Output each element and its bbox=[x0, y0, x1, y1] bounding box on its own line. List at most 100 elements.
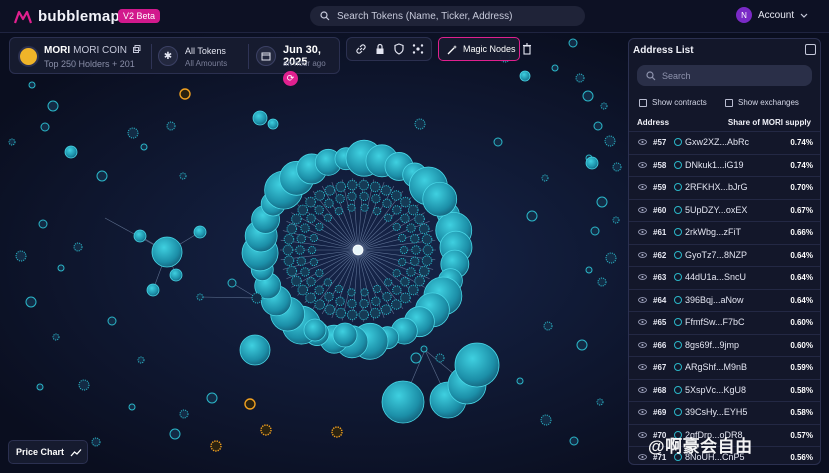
holder-bubble[interactable] bbox=[519, 70, 531, 82]
holder-bubble[interactable] bbox=[575, 73, 585, 83]
holder-bubble[interactable] bbox=[282, 244, 294, 256]
highlighted-bubble[interactable] bbox=[179, 88, 191, 100]
holder-address[interactable]: GyoTz7...8NZP bbox=[685, 250, 747, 260]
trash-icon[interactable] bbox=[519, 41, 535, 57]
holder-bubble[interactable] bbox=[107, 316, 117, 326]
holder-bubble[interactable] bbox=[398, 257, 407, 267]
address-search-input[interactable]: Search bbox=[637, 65, 812, 86]
holder-bubble[interactable] bbox=[400, 292, 411, 304]
address-row[interactable]: #65 FfmfSw...F7bC 0.60% bbox=[629, 311, 820, 334]
address-row[interactable]: #58 DNkuk1...iG19 0.74% bbox=[629, 153, 820, 177]
holder-bubble[interactable] bbox=[306, 277, 316, 287]
holder-bubble[interactable] bbox=[596, 196, 608, 208]
eye-icon[interactable] bbox=[638, 251, 647, 258]
holder-bubble[interactable] bbox=[291, 275, 302, 287]
holder-bubble[interactable] bbox=[358, 309, 370, 321]
holder-bubble[interactable] bbox=[166, 121, 176, 131]
holder-bubble[interactable] bbox=[435, 353, 445, 363]
holder-bubble[interactable] bbox=[300, 223, 310, 233]
holder-bubble[interactable] bbox=[196, 293, 204, 301]
holder-bubble[interactable] bbox=[314, 285, 324, 295]
holder-bubble[interactable] bbox=[400, 196, 411, 208]
holder-bubble[interactable] bbox=[392, 222, 401, 231]
price-chart-button[interactable]: Price Chart bbox=[8, 440, 88, 464]
eye-icon[interactable] bbox=[638, 409, 647, 415]
holder-address[interactable]: FfmfSw...F7bC bbox=[685, 317, 745, 327]
holder-bubble[interactable] bbox=[334, 206, 343, 216]
account-menu[interactable]: N Account bbox=[736, 7, 808, 23]
holder-bubble[interactable] bbox=[382, 292, 392, 302]
holder-bubble[interactable] bbox=[454, 342, 500, 388]
holder-bubble[interactable] bbox=[371, 194, 381, 204]
holder-bubble[interactable] bbox=[414, 118, 426, 130]
address-row[interactable]: #57 Gxw2XZ...AbRc 0.74% bbox=[629, 131, 820, 154]
address-row[interactable]: #63 44dU1a...SncU 0.64% bbox=[629, 266, 820, 289]
holder-bubble[interactable] bbox=[346, 179, 358, 191]
holder-address[interactable]: Gxw2XZ...AbRc bbox=[685, 137, 749, 147]
holder-bubble[interactable] bbox=[568, 38, 578, 48]
holder-bubble[interactable] bbox=[390, 190, 402, 201]
holder-bubble[interactable] bbox=[335, 181, 347, 193]
holder-bubble[interactable] bbox=[309, 233, 318, 243]
show-exchanges-checkbox[interactable]: Show exchanges bbox=[725, 98, 799, 107]
highlighted-bubble[interactable] bbox=[331, 426, 343, 438]
holder-bubble[interactable] bbox=[380, 304, 392, 315]
holder-bubble[interactable] bbox=[96, 170, 108, 182]
holder-bubble[interactable] bbox=[8, 138, 16, 146]
link-icon[interactable] bbox=[354, 42, 368, 56]
address-row[interactable]: #59 2RFKHX...bJrG 0.70% bbox=[629, 176, 820, 199]
eye-icon[interactable] bbox=[638, 431, 647, 438]
holder-bubble[interactable] bbox=[335, 194, 345, 204]
holder-bubble[interactable] bbox=[324, 185, 336, 196]
holder-bubble[interactable] bbox=[407, 204, 419, 216]
holder-bubble[interactable] bbox=[585, 266, 593, 274]
eye-icon[interactable] bbox=[638, 386, 647, 393]
holder-bubble[interactable] bbox=[360, 203, 369, 212]
filter-label[interactable]: All Tokens bbox=[185, 46, 226, 56]
holder-bubble[interactable] bbox=[373, 284, 382, 294]
checkbox[interactable] bbox=[639, 98, 647, 107]
holder-address[interactable]: 5UpDZY...oxEX bbox=[685, 205, 747, 215]
highlighted-bubble[interactable] bbox=[244, 398, 256, 410]
calendar-icon[interactable] bbox=[256, 46, 276, 66]
collapse-panel-icon[interactable] bbox=[805, 44, 816, 55]
holder-bubble[interactable] bbox=[347, 298, 357, 309]
holder-bubble[interactable] bbox=[384, 278, 393, 287]
holder-bubble[interactable] bbox=[410, 256, 420, 266]
holder-bubble[interactable] bbox=[297, 204, 309, 216]
holder-bubble[interactable] bbox=[305, 292, 316, 304]
holder-bubble[interactable] bbox=[359, 298, 369, 309]
holder-bubble[interactable] bbox=[251, 292, 263, 304]
holder-bubble[interactable] bbox=[133, 229, 147, 243]
holder-bubble[interactable] bbox=[543, 321, 553, 331]
eye-icon[interactable] bbox=[638, 139, 647, 145]
holder-bubble[interactable] bbox=[526, 210, 538, 222]
address-row[interactable]: #69 39CsHy...EYH5 0.58% bbox=[629, 401, 820, 424]
eye-icon[interactable] bbox=[638, 296, 647, 303]
holder-bubble[interactable] bbox=[296, 256, 306, 266]
eye-icon[interactable] bbox=[638, 341, 647, 348]
holder-bubble[interactable] bbox=[392, 205, 402, 215]
holder-bubble[interactable] bbox=[418, 223, 430, 235]
holder-bubble[interactable] bbox=[137, 356, 145, 364]
holder-bubble[interactable] bbox=[307, 245, 317, 255]
holder-address[interactable]: 2rkWbg...zFiT bbox=[685, 227, 741, 237]
holder-bubble[interactable] bbox=[597, 277, 607, 287]
holder-bubble[interactable] bbox=[346, 309, 358, 321]
holder-bubble[interactable] bbox=[151, 236, 183, 268]
holder-bubble[interactable] bbox=[600, 102, 608, 110]
holder-bubble[interactable] bbox=[334, 284, 343, 294]
holder-bubble[interactable] bbox=[40, 122, 50, 132]
holder-bubble[interactable] bbox=[590, 226, 600, 236]
token-search-input[interactable]: Search Tokens (Name, Ticker, Address) bbox=[310, 6, 585, 26]
holder-bubble[interactable] bbox=[551, 64, 559, 72]
holder-bubble[interactable] bbox=[193, 225, 207, 239]
holder-bubble[interactable] bbox=[400, 213, 410, 223]
holder-bubble[interactable] bbox=[309, 257, 318, 267]
holder-bubble[interactable] bbox=[300, 267, 310, 277]
holder-address[interactable]: ARgShf...M9nB bbox=[685, 362, 747, 372]
holder-bubble[interactable] bbox=[359, 191, 369, 202]
address-row[interactable]: #60 5UpDZY...oxEX 0.67% bbox=[629, 198, 820, 222]
holder-bubble[interactable] bbox=[146, 283, 160, 297]
holder-bubble[interactable] bbox=[335, 296, 345, 306]
